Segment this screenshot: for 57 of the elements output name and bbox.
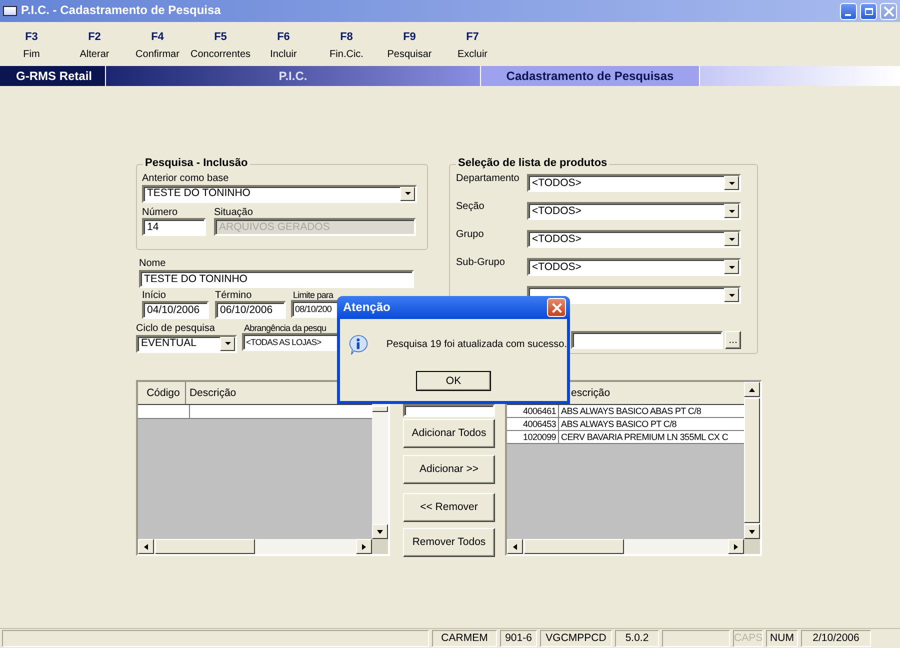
- field-label: Sub-Grupo: [456, 257, 505, 270]
- toolbar-button[interactable]: F7 Excluir: [441, 31, 504, 65]
- window-title: P.I.C. - Cadastramento de Pesquisa: [21, 4, 222, 18]
- dialog-message: Pesquisa 19 foi atualizada com sucesso.: [386, 339, 567, 351]
- dropdown[interactable]: TESTE DO TONINHO: [142, 184, 417, 202]
- status-panel: NUM: [766, 630, 798, 647]
- transfer-button[interactable]: Adicionar Todos: [403, 419, 495, 448]
- field-label: Anterior como base: [142, 173, 230, 184]
- text-field[interactable]: 04/10/2006: [142, 301, 209, 319]
- field-label: Departamento: [456, 173, 520, 186]
- field-label: Grupo: [456, 229, 484, 242]
- field-label: Limite para: [292, 290, 334, 300]
- transfer-button[interactable]: << Remover: [403, 493, 495, 522]
- status-panel: CARMEM: [432, 630, 497, 647]
- toolbar-button[interactable]: F2 Alterar: [63, 31, 126, 65]
- text-field[interactable]: TESTE DO TONINHO: [139, 270, 414, 288]
- browse-button[interactable]: ...: [725, 331, 741, 349]
- ok-button[interactable]: OK: [416, 371, 491, 391]
- table-cell-text: ABS ALWAYS BASICO ABAS PT C/8: [560, 405, 702, 417]
- table-cell: 1020099: [507, 431, 559, 443]
- dropdown[interactable]: <TODOS>: [527, 202, 741, 220]
- field-label: Seção: [456, 201, 484, 214]
- field-label: Número: [142, 206, 179, 218]
- module-banner: P.I.C.: [106, 66, 481, 86]
- toolbar-button[interactable]: F6 Incluir: [252, 31, 315, 65]
- field-label: Término: [215, 290, 253, 301]
- dropdown[interactable]: <TODOS>: [527, 174, 741, 192]
- field-label: Início: [142, 290, 167, 301]
- table-cell: 4006461: [507, 405, 559, 417]
- status-panel: VGCMPPCD: [540, 630, 612, 647]
- field-label: Ciclo de pesquisa: [136, 323, 216, 334]
- text-field[interactable]: 06/10/2006: [215, 301, 286, 319]
- status-panel: 901-6: [500, 630, 537, 647]
- text-field[interactable]: 14: [142, 218, 206, 236]
- transfer-button[interactable]: Adicionar >>: [403, 455, 495, 484]
- dropdown[interactable]: EVENTUAL: [136, 334, 237, 352]
- table-cell-text: ABS ALWAYS BASICO PT C/8: [560, 418, 678, 430]
- status-panel: 5.0.2: [615, 630, 659, 647]
- transfer-button[interactable]: Remover Todos: [403, 528, 495, 557]
- status-panel: 2/10/2006: [801, 630, 871, 647]
- field-label: Situação: [214, 206, 254, 218]
- group-title: Seleção de lista de produtos: [456, 157, 610, 170]
- field-label: Abrangência da pesqu: [243, 323, 328, 334]
- toolbar-button[interactable]: F3 Fim: [0, 31, 63, 65]
- group-title: Pesquisa - Inclusão: [143, 157, 250, 170]
- screen-banner: Cadastramento de Pesquisas: [481, 66, 700, 86]
- column-header[interactable]: Código: [138, 382, 186, 404]
- toolbar-button[interactable]: F8 Fin.Cic.: [315, 31, 378, 65]
- dropdown[interactable]: <TODOS>: [527, 230, 741, 248]
- toolbar-button[interactable]: F9 Pesquisar: [378, 31, 441, 65]
- product-banner: G-RMS Retail: [0, 66, 106, 86]
- table-cell-text: CERV BAVARIA PREMIUM LN 355ML CX C: [560, 431, 730, 443]
- table-cell: 4006453: [507, 418, 559, 430]
- dropdown[interactable]: <TODOS>: [527, 258, 741, 276]
- field-label: Nome: [139, 258, 167, 270]
- toolbar-button[interactable]: F5 Concorrentes: [189, 31, 252, 65]
- toolbar-button[interactable]: F4 Confirmar: [126, 31, 189, 65]
